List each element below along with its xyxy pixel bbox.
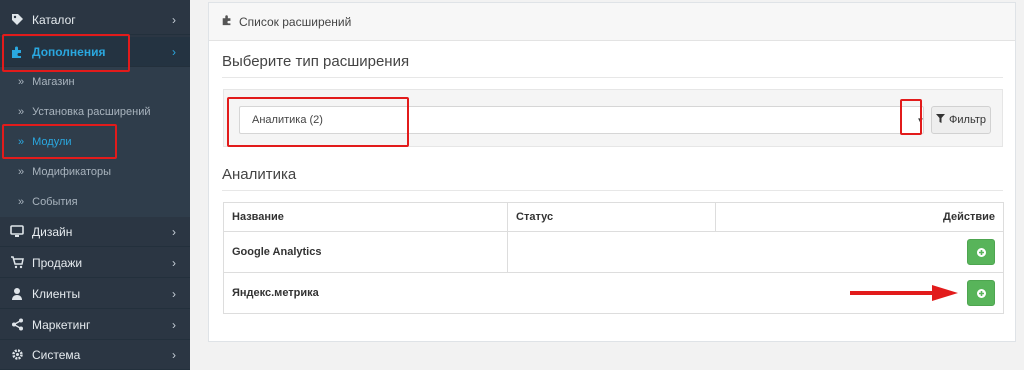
column-header-status: Статус — [508, 203, 716, 231]
chevron-right-icon: › — [172, 13, 176, 27]
chevron-right-icon: › — [172, 287, 176, 301]
sidebar-item-marketing[interactable]: Маркетинг › — [0, 310, 190, 340]
double-chevron-icon: » — [18, 76, 25, 88]
install-button[interactable] — [967, 239, 995, 265]
share-icon — [10, 318, 24, 332]
puzzle-icon — [10, 45, 24, 59]
puzzle-icon — [221, 14, 233, 29]
filter-button-label: Фильтр — [949, 114, 986, 126]
sidebar-subitem-modules[interactable]: » Модули — [0, 127, 190, 157]
desktop-icon — [10, 225, 24, 239]
chevron-right-icon: › — [172, 318, 176, 332]
divider — [222, 190, 1003, 191]
extension-name: Яндекс.метрика — [232, 287, 319, 299]
double-chevron-icon: » — [18, 166, 25, 178]
double-chevron-icon: » — [18, 106, 25, 118]
plus-circle-icon — [976, 245, 986, 260]
extension-status — [508, 273, 716, 313]
table-row: Google Analytics — [224, 232, 1003, 273]
chevron-right-icon: › — [172, 256, 176, 270]
select-value: Аналитика (2) — [252, 114, 323, 126]
tag-icon — [10, 13, 24, 27]
choose-type-title: Выберите тип расширения — [222, 53, 410, 70]
filter-panel: Аналитика (2) ▼ Фильтр — [223, 89, 1003, 147]
table-header-row: Название Статус Действие — [224, 203, 1003, 232]
sidebar-subitem-events[interactable]: » События — [0, 187, 190, 217]
sidebar: Каталог › Дополнения › » Магазин » Устан… — [0, 0, 190, 370]
chevron-right-icon: › — [172, 225, 176, 239]
panel-heading: Список расширений — [209, 3, 1015, 41]
column-header-name: Название — [224, 203, 508, 231]
filter-button[interactable]: Фильтр — [931, 106, 991, 134]
user-icon — [10, 287, 24, 301]
sidebar-item-sales[interactable]: Продажи › — [0, 248, 190, 278]
sidebar-subitem-installer[interactable]: » Установка расширений — [0, 97, 190, 127]
install-button[interactable] — [967, 280, 995, 306]
double-chevron-icon: » — [18, 136, 25, 148]
chevron-right-icon: › — [172, 45, 176, 59]
divider — [222, 77, 1003, 78]
analytics-section-title: Аналитика — [222, 166, 297, 183]
gear-icon — [10, 348, 24, 362]
cart-icon — [10, 256, 24, 270]
sidebar-item-system[interactable]: Система › — [0, 340, 190, 370]
sidebar-subitem-modifications[interactable]: » Модификаторы — [0, 157, 190, 187]
panel-title: Список расширений — [239, 14, 352, 29]
double-chevron-icon: » — [18, 196, 25, 208]
chevron-down-icon[interactable]: ▼ — [913, 106, 928, 134]
filter-icon — [936, 114, 946, 126]
pointer-arrow-icon — [850, 285, 958, 301]
sidebar-item-design[interactable]: Дизайн › — [0, 217, 190, 247]
sidebar-item-customers[interactable]: Клиенты › — [0, 279, 190, 309]
chevron-right-icon: › — [172, 348, 176, 362]
sidebar-subitem-store[interactable]: » Магазин — [0, 67, 190, 97]
sidebar-item-catalog[interactable]: Каталог › — [0, 5, 190, 35]
column-header-action: Действие — [943, 211, 995, 223]
extension-status — [508, 232, 716, 272]
extension-type-select[interactable]: Аналитика (2) — [239, 106, 924, 134]
sidebar-item-extensions[interactable]: Дополнения › — [0, 37, 190, 67]
action-cell — [716, 232, 1003, 272]
plus-circle-icon — [976, 286, 986, 301]
extension-name: Google Analytics — [224, 232, 508, 272]
